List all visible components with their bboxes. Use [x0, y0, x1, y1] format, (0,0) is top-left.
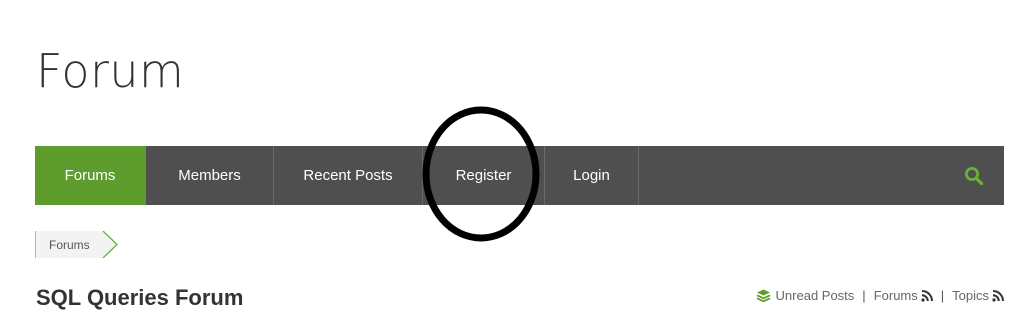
link-separator: |	[940, 288, 945, 303]
breadcrumb-chevron-icon	[101, 231, 118, 258]
nav-item-register[interactable]: Register	[423, 146, 545, 205]
topics-feed-label: Topics	[952, 288, 989, 303]
nav-item-login[interactable]: Login	[545, 146, 639, 205]
rss-icon	[921, 289, 933, 302]
nav-item-recent-posts[interactable]: Recent Posts	[274, 146, 423, 205]
nav-item-forums[interactable]: Forums	[35, 146, 146, 205]
page-title: Forum	[36, 44, 185, 98]
forum-title: SQL Queries Forum	[36, 285, 244, 310]
breadcrumb: Forums	[35, 231, 118, 258]
nav-item-members[interactable]: Members	[146, 146, 274, 205]
forums-feed-label: Forums	[873, 288, 918, 303]
unread-posts-link[interactable]: Unread Posts	[756, 288, 855, 303]
forums-feed-link[interactable]: Forums	[874, 288, 933, 303]
main-navbar: Forums Members Recent Posts Register Log…	[35, 146, 1004, 205]
topics-feed-link[interactable]: Topics	[952, 288, 1004, 303]
unread-posts-label: Unread Posts	[775, 288, 855, 303]
rss-icon	[992, 289, 1004, 302]
search-button[interactable]	[944, 146, 1004, 205]
breadcrumb-item-forums[interactable]: Forums	[35, 231, 102, 258]
stack-icon	[756, 289, 770, 302]
link-separator: |	[862, 288, 866, 303]
search-icon	[965, 166, 984, 185]
forum-feed-links: Unread Posts | Forums | Topics	[756, 288, 1004, 303]
